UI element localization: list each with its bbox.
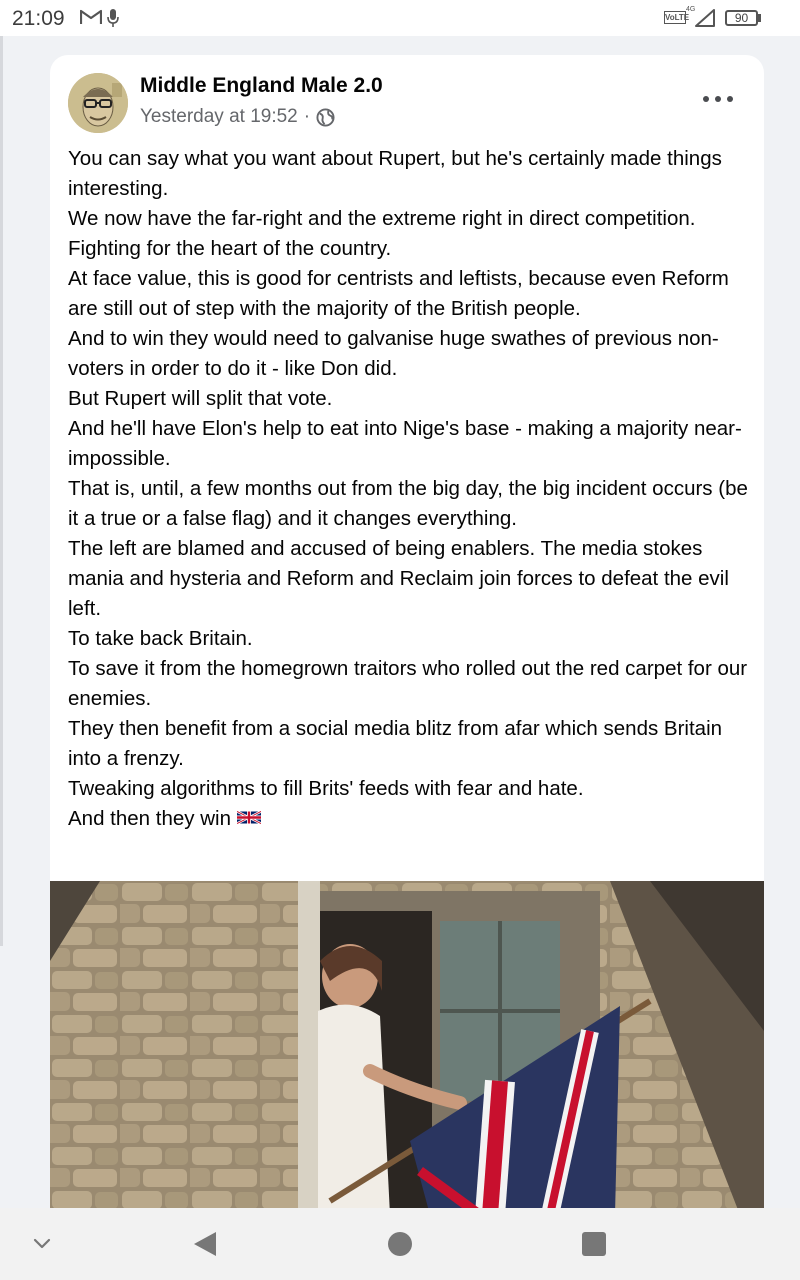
volte-badge: VoLTE <box>664 11 690 24</box>
network-type: 4G <box>686 6 696 13</box>
chevron-down-icon[interactable] <box>32 1237 52 1251</box>
globe-icon[interactable] <box>316 107 335 127</box>
post-line: And to win they would need to galvanise … <box>68 327 719 380</box>
post-line: That is, until, a few months out from th… <box>68 477 748 530</box>
photo-woman-flag-window <box>50 881 764 1215</box>
status-bar: 21:09 VoLTE 4G 90 <box>0 0 800 36</box>
post-line: Fighting for the heart of the country. <box>68 237 392 260</box>
battery-icon: 90 <box>725 10 761 26</box>
post-body: You can say what you want about Rupert, … <box>68 144 758 834</box>
author-name[interactable]: Middle England Male 2.0 <box>140 74 383 98</box>
avatar[interactable] <box>68 73 128 133</box>
home-icon[interactable] <box>388 1232 412 1256</box>
back-icon[interactable] <box>192 1230 218 1258</box>
avatar-image <box>68 73 128 133</box>
battery-level: 90 <box>734 11 749 25</box>
more-dot-icon <box>727 96 733 102</box>
post-line: The left are blamed and accused of being… <box>68 537 729 620</box>
more-options-button[interactable] <box>700 89 736 109</box>
post-line: At face value, this is good for centrist… <box>68 267 729 320</box>
post-line: And then they win <box>68 807 231 830</box>
recents-icon[interactable] <box>582 1232 606 1256</box>
post-meta: Yesterday at 19:52 · <box>140 106 335 128</box>
more-dot-icon <box>715 96 721 102</box>
more-dot-icon <box>703 96 709 102</box>
status-time: 21:09 <box>12 7 65 30</box>
post-line: And he'll have Elon's help to eat into N… <box>68 417 742 470</box>
microphone-icon <box>107 9 119 27</box>
post-line: To take back Britain. <box>68 627 253 650</box>
gmail-icon <box>80 9 102 24</box>
meta-separator: · <box>303 106 311 127</box>
post-line: Tweaking algorithms to fill Brits' feeds… <box>68 777 584 800</box>
post-line: They then benefit from a social media bl… <box>68 717 723 770</box>
post-timestamp[interactable]: Yesterday at 19:52 <box>140 106 298 128</box>
post-card: Middle England Male 2.0 Yesterday at 19:… <box>50 55 764 1215</box>
post-line: But Rupert will split that vote. <box>68 387 333 410</box>
post-line: To save it from the homegrown traitors w… <box>68 657 748 710</box>
post-line: We now have the far-right and the extrem… <box>68 207 696 230</box>
post-line-final: And then they win <box>68 804 758 834</box>
uk-flag-icon <box>236 810 261 825</box>
post-photo[interactable] <box>50 881 764 1215</box>
post-line: You can say what you want about Rupert, … <box>68 147 722 200</box>
signal-icon <box>695 9 715 27</box>
page-edge <box>0 36 3 946</box>
